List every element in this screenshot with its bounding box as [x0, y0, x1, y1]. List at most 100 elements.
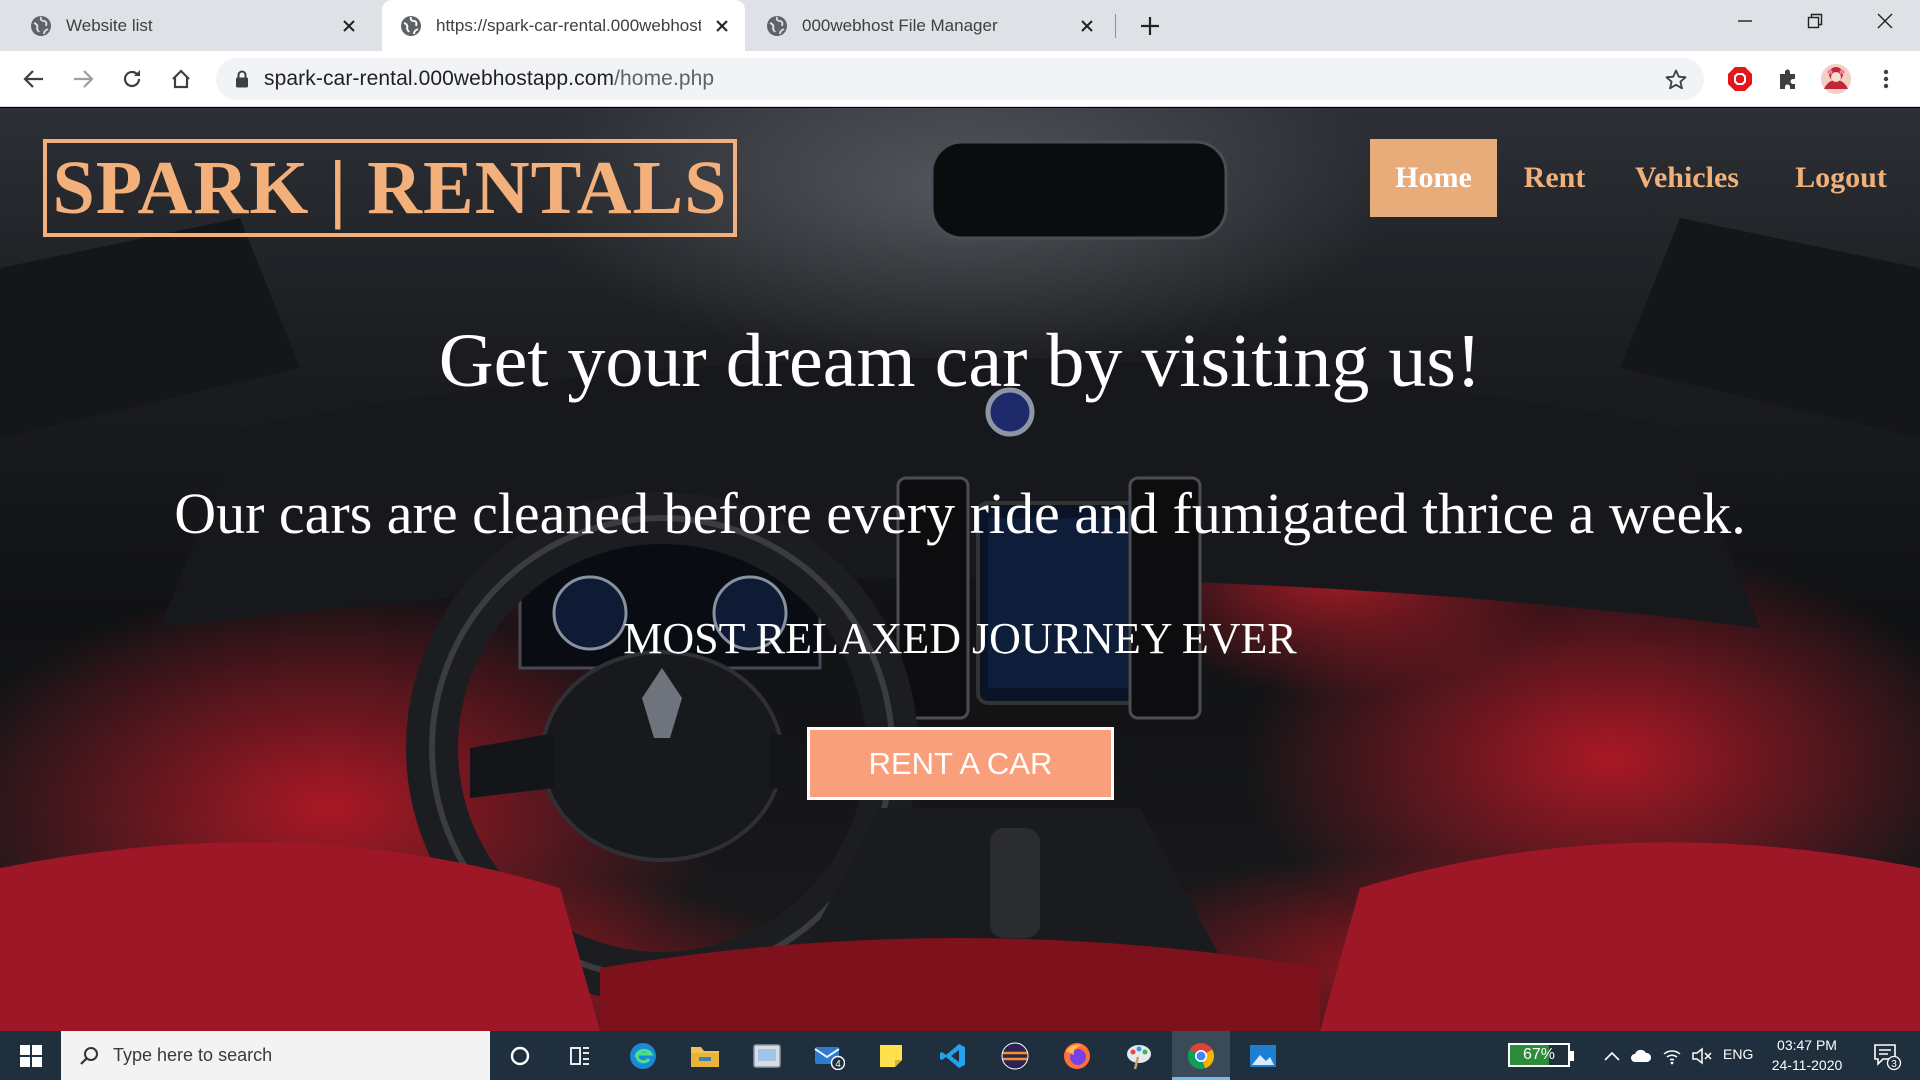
bookmark-star-icon[interactable] [1664, 68, 1688, 92]
start-button[interactable] [0, 1031, 61, 1080]
globe-icon [31, 15, 51, 36]
cloud-icon [1631, 1049, 1652, 1062]
minimize-button[interactable] [1710, 0, 1780, 42]
action-center-button[interactable]: 3 [1862, 1031, 1912, 1080]
windows-logo-icon [19, 1044, 42, 1067]
task-view-button[interactable] [557, 1031, 603, 1080]
home-button[interactable] [163, 61, 199, 97]
avatar-icon [1821, 64, 1851, 94]
address-bar[interactable]: spark-car-rental.000webhostapp.com/home.… [216, 58, 1704, 100]
minimize-icon [1738, 20, 1752, 22]
network-button[interactable] [1658, 1031, 1686, 1080]
onedrive-button[interactable] [1627, 1031, 1655, 1080]
restore-button[interactable] [1780, 0, 1850, 42]
chevron-up-icon [1604, 1051, 1620, 1061]
show-hidden-icons-button[interactable] [1600, 1031, 1624, 1080]
close-icon [1877, 13, 1893, 29]
ad-blocker-extension[interactable] [1722, 61, 1758, 97]
nav-rent[interactable]: Rent [1506, 139, 1603, 217]
taskbar-firefox[interactable] [1054, 1031, 1100, 1080]
browser-toolbar: spark-car-rental.000webhostapp.com/home.… [0, 51, 1920, 107]
taskbar-sticky-notes[interactable] [868, 1031, 914, 1080]
close-icon[interactable] [338, 15, 360, 37]
battery-terminal [1570, 1051, 1574, 1061]
chrome-icon [1187, 1042, 1215, 1069]
taskbar-vscode[interactable] [930, 1031, 976, 1080]
cortana-circle-icon [510, 1046, 530, 1065]
more-vertical-icon [1883, 69, 1889, 89]
sticky-notes-icon [880, 1044, 902, 1067]
volume-button[interactable] [1688, 1031, 1716, 1080]
home-icon [172, 69, 190, 89]
new-tab-button[interactable] [1136, 12, 1164, 40]
task-view-icon [570, 1046, 589, 1065]
nav-logout[interactable]: Logout [1779, 139, 1903, 217]
back-button[interactable] [16, 61, 52, 97]
adblock-icon [1728, 67, 1752, 91]
lock-icon[interactable] [234, 70, 250, 88]
vscode-icon [940, 1043, 965, 1068]
wifi-icon [1663, 1049, 1681, 1064]
globe-icon [401, 15, 421, 36]
hero-subline: Our cars are cleaned before every ride a… [174, 481, 1746, 546]
address-url: spark-car-rental.000webhostapp.com/home.… [264, 67, 714, 91]
globe-icon [767, 15, 787, 36]
extensions-button[interactable] [1770, 61, 1806, 97]
snipping-icon [753, 1043, 781, 1068]
tab-title: https://spark-car-rental.000webhost [436, 15, 701, 35]
taskbar-chrome[interactable] [1172, 1031, 1230, 1080]
photos-icon [1250, 1044, 1276, 1067]
rent-a-car-button[interactable]: RENT A CAR [807, 727, 1114, 800]
tab-spark-rentals[interactable]: https://spark-car-rental.000webhost [382, 0, 745, 51]
tab-website-list[interactable]: Website list [0, 0, 372, 51]
tab-title: 000webhost File Manager [802, 15, 998, 35]
taskbar-edge[interactable] [620, 1031, 666, 1080]
eclipse-icon [1001, 1042, 1029, 1069]
taskbar-clock[interactable]: 03:47 PM 24-11-2020 [1762, 1035, 1852, 1075]
nav-home[interactable]: Home [1370, 139, 1497, 217]
url-path: /home.php [614, 67, 715, 90]
firefox-icon [1064, 1042, 1090, 1069]
plus-icon [1141, 17, 1159, 35]
tab-divider [1115, 14, 1116, 38]
close-window-button[interactable] [1850, 0, 1920, 42]
puzzle-icon [1780, 69, 1795, 89]
url-host: spark-car-rental.000webhostapp.com [264, 67, 615, 90]
restore-icon [1807, 13, 1823, 29]
close-icon[interactable] [1076, 15, 1098, 37]
profile-avatar[interactable] [1818, 61, 1854, 97]
edge-icon [630, 1042, 656, 1069]
battery-indicator[interactable]: 67% [1508, 1043, 1574, 1067]
browser-menu-button[interactable] [1868, 61, 1904, 97]
cortana-button[interactable] [497, 1031, 543, 1080]
hero-headline: Get your dream car by visiting us! [438, 319, 1482, 403]
taskbar-file-explorer[interactable] [682, 1031, 728, 1080]
taskbar-photos[interactable] [1240, 1031, 1286, 1080]
taskbar-search-box[interactable]: Type here to search [61, 1031, 490, 1080]
taskbar-eclipse[interactable] [992, 1031, 1038, 1080]
forward-button[interactable] [65, 61, 101, 97]
input-language[interactable]: ENG [1723, 1046, 1753, 1062]
mail-badge: 4 [835, 1059, 841, 1070]
tab-file-manager[interactable]: 000webhost File Manager [752, 0, 1110, 51]
arrow-right-icon [74, 70, 94, 88]
car-interior-background [0, 140, 1920, 1031]
file-explorer-icon [691, 1046, 719, 1067]
taskbar-paint[interactable] [1116, 1031, 1162, 1080]
nav-vehicles[interactable]: Vehicles [1624, 139, 1750, 217]
taskbar-snipping-tool[interactable] [744, 1031, 790, 1080]
hero-tagline: MOST RELAXED JOURNEY EVER [623, 614, 1297, 663]
logo-text: SPARK | RENTALS [52, 146, 728, 230]
battery-percent: 67% [1522, 1046, 1556, 1063]
search-placeholder: Type here to search [113, 1045, 273, 1065]
windows-taskbar: Type here to search 4 67% ENG 03:47 PM 2… [0, 1031, 1920, 1080]
reload-button[interactable] [114, 61, 150, 97]
close-icon[interactable] [711, 15, 733, 37]
paint-icon [1127, 1044, 1151, 1069]
search-icon [80, 1046, 98, 1065]
notification-count: 3 [1891, 1059, 1897, 1070]
site-logo[interactable]: SPARK | RENTALS [43, 139, 737, 237]
taskbar-mail[interactable]: 4 [806, 1031, 852, 1080]
mail-icon: 4 [814, 1046, 845, 1070]
clock-time: 03:47 PM [1777, 1037, 1837, 1053]
